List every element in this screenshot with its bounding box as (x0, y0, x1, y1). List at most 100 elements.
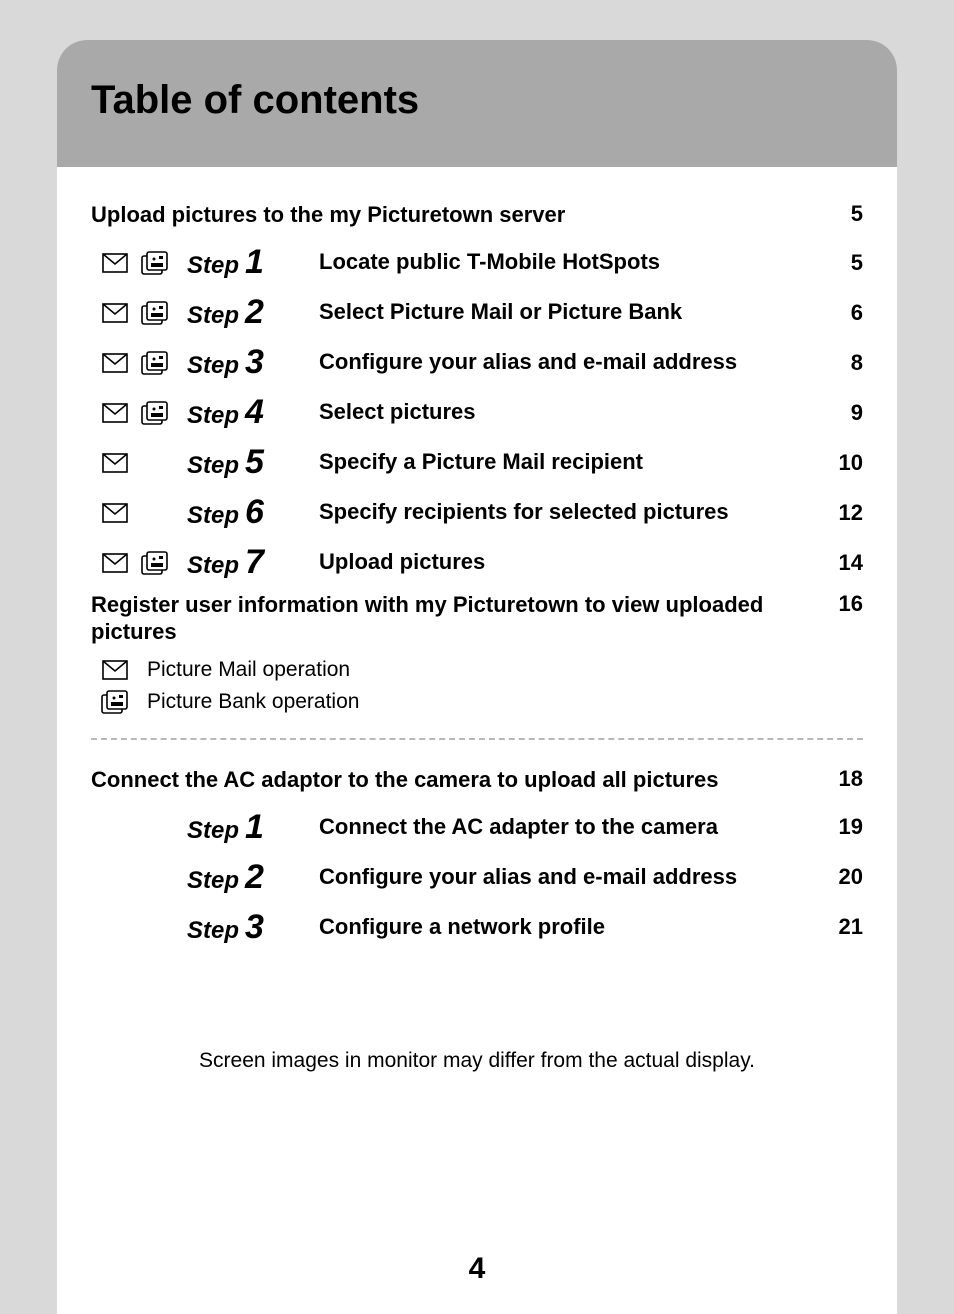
step-page: 10 (823, 450, 863, 476)
section-1-steps: Step1Locate public T-Mobile HotSpots5Ste… (91, 241, 863, 585)
row-icons (101, 351, 187, 375)
step-word: Step (187, 917, 239, 945)
toc-row: Step3Configure your alias and e-mail add… (101, 341, 863, 385)
step-page: 20 (823, 864, 863, 890)
section-2-steps: Step1Connect the AC adapter to the camer… (91, 805, 863, 949)
page-number: 4 (57, 1252, 897, 1286)
step-word: Step (187, 452, 239, 480)
toc-row: Step1Locate public T-Mobile HotSpots5 (101, 241, 863, 285)
step-label: Step7 (187, 543, 319, 582)
step-description: Locate public T-Mobile HotSpots (319, 249, 823, 275)
step-label: Step2 (187, 293, 319, 332)
mail-icon (101, 251, 129, 275)
step-description: Connect the AC adapter to the camera (319, 814, 823, 840)
mail-icon (101, 451, 129, 475)
mail-icon (101, 551, 129, 575)
step-word: Step (187, 302, 239, 330)
step-number: 2 (245, 858, 264, 897)
step-label: Step3 (187, 343, 319, 382)
legend-row-mail: Picture Mail operation (101, 658, 863, 682)
legend-mail-label: Picture Mail operation (147, 658, 350, 682)
mail-icon (101, 351, 129, 375)
document-page: Table of contents Upload pictures to the… (57, 40, 897, 1314)
step-word: Step (187, 552, 239, 580)
mail-icon (101, 301, 129, 325)
picture-bank-icon (141, 501, 169, 525)
step-page: 8 (823, 350, 863, 376)
section-heading: Upload pictures to the my Picturetown se… (91, 201, 823, 229)
toc-row: Step5Specify a Picture Mail recipient10 (101, 441, 863, 485)
page-header: Table of contents (57, 40, 897, 167)
row-icons (101, 251, 187, 275)
mail-icon (101, 501, 129, 525)
step-description: Configure a network profile (319, 914, 823, 940)
section-heading-row: Connect the AC adaptor to the camera to … (91, 766, 863, 794)
picture-bank-icon (141, 301, 169, 325)
step-word: Step (187, 817, 239, 845)
step-label: Step4 (187, 393, 319, 432)
picture-bank-icon (101, 690, 129, 714)
toc-row: Step6Specify recipients for selected pic… (101, 491, 863, 535)
step-number: 5 (245, 443, 264, 482)
section-page: 18 (823, 766, 863, 792)
legend: Picture Mail operation Picture Bank oper… (101, 658, 863, 714)
step-word: Step (187, 352, 239, 380)
picture-bank-icon (141, 551, 169, 575)
mail-icon (101, 401, 129, 425)
toc-row: Step4Select pictures9 (101, 391, 863, 435)
section-page: 5 (823, 201, 863, 227)
picture-bank-icon (141, 351, 169, 375)
step-label: Step1 (187, 243, 319, 282)
step-number: 6 (245, 493, 264, 532)
toc-row: Step1Connect the AC adapter to the camer… (101, 805, 863, 849)
step-number: 3 (245, 908, 264, 947)
step-number: 4 (245, 393, 264, 432)
footnote: Screen images in monitor may differ from… (91, 1049, 863, 1073)
toc-content: Upload pictures to the my Picturetown se… (57, 167, 897, 1073)
section-divider (91, 738, 863, 740)
step-page: 21 (823, 914, 863, 940)
step-label: Step1 (187, 808, 319, 847)
step-word: Step (187, 402, 239, 430)
step-number: 1 (245, 243, 264, 282)
step-description: Specify recipients for selected pictures (319, 499, 823, 525)
step-description: Configure your alias and e-mail address (319, 349, 823, 375)
legend-bank-label: Picture Bank operation (147, 690, 359, 714)
picture-bank-icon (141, 451, 169, 475)
section-page: 16 (823, 591, 863, 617)
section-heading: Register user information with my Pictur… (91, 591, 823, 646)
legend-row-bank: Picture Bank operation (101, 690, 863, 714)
step-number: 3 (245, 343, 264, 382)
section-heading: Connect the AC adaptor to the camera to … (91, 766, 823, 794)
toc-row: Step7Upload pictures14 (101, 541, 863, 585)
step-description: Select pictures (319, 399, 823, 425)
step-description: Upload pictures (319, 549, 823, 575)
step-word: Step (187, 252, 239, 280)
step-page: 5 (823, 250, 863, 276)
step-label: Step6 (187, 493, 319, 532)
page-title: Table of contents (91, 78, 863, 123)
step-page: 9 (823, 400, 863, 426)
step-description: Configure your alias and e-mail address (319, 864, 823, 890)
step-number: 2 (245, 293, 264, 332)
step-description: Specify a Picture Mail recipient (319, 449, 823, 475)
step-word: Step (187, 502, 239, 530)
toc-row: Step2Select Picture Mail or Picture Bank… (101, 291, 863, 335)
step-page: 14 (823, 550, 863, 576)
step-label: Step5 (187, 443, 319, 482)
toc-row: Step2 Configure your alias and e-mail add… (101, 855, 863, 899)
step-number: 7 (245, 543, 264, 582)
row-icons (101, 301, 187, 325)
row-icons (101, 501, 187, 525)
picture-bank-icon (141, 251, 169, 275)
mail-icon (101, 658, 129, 682)
row-icons (101, 451, 187, 475)
step-word: Step (187, 867, 239, 895)
step-number: 1 (245, 808, 264, 847)
step-description: Select Picture Mail or Picture Bank (319, 299, 823, 325)
section-heading-row: Upload pictures to the my Picturetown se… (91, 201, 863, 229)
step-page: 12 (823, 500, 863, 526)
step-page: 6 (823, 300, 863, 326)
section-heading-row: Register user information with my Pictur… (91, 591, 863, 646)
row-icons (101, 551, 187, 575)
